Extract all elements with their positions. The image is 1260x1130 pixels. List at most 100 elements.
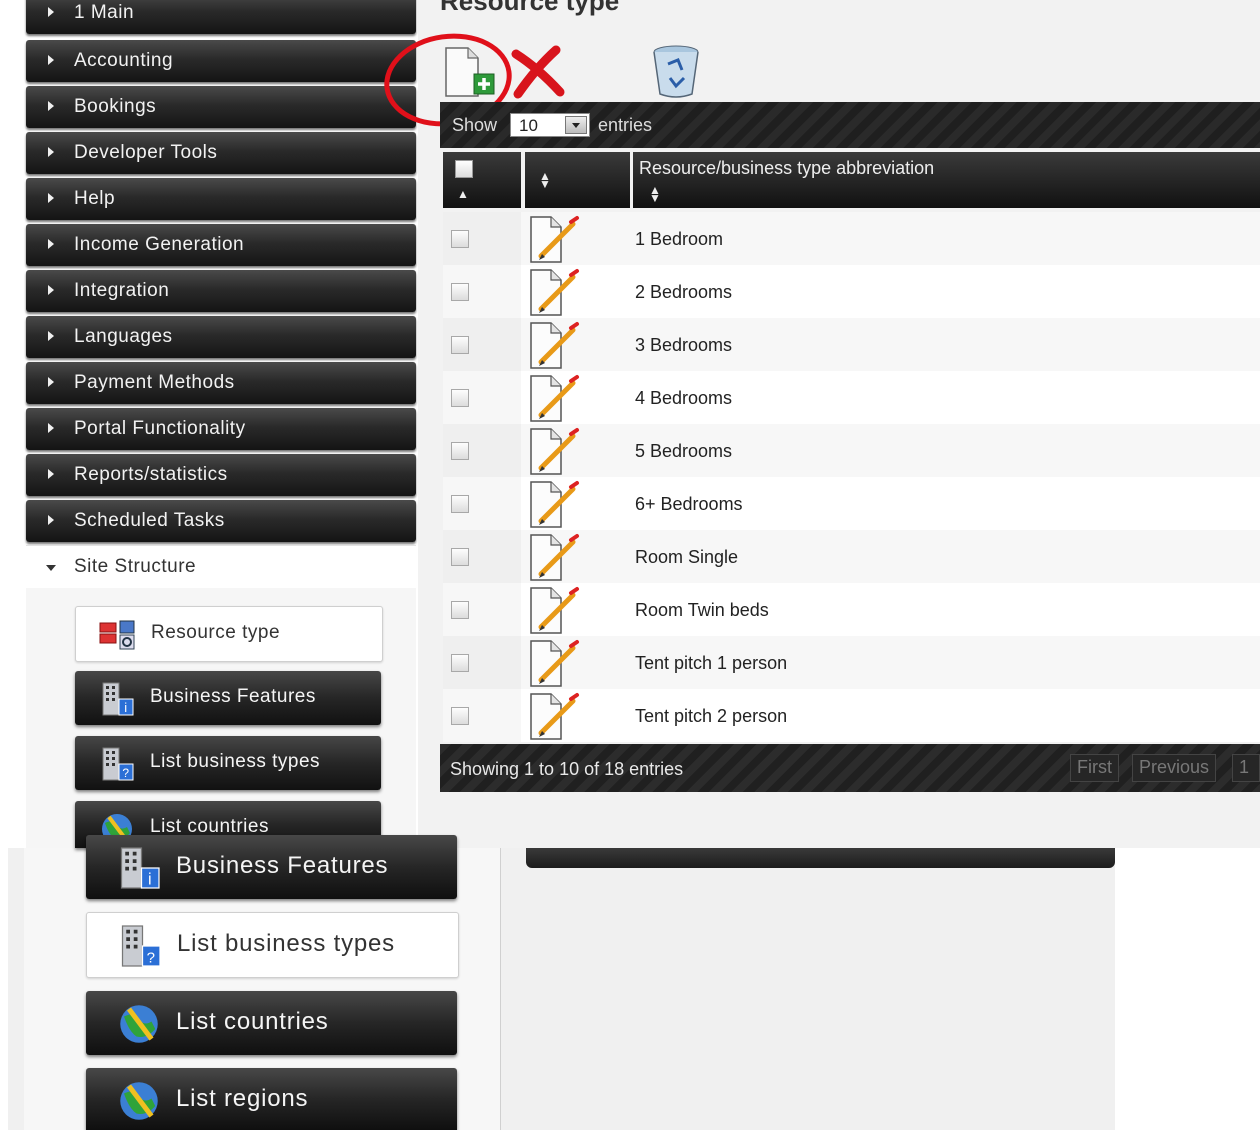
sidebar-item-site-structure[interactable]: Site Structure bbox=[26, 545, 416, 589]
sidebar-item-label: Site Structure bbox=[74, 556, 197, 577]
globe-icon bbox=[120, 1082, 158, 1120]
edit-icon[interactable] bbox=[527, 638, 583, 688]
row-checkbox[interactable] bbox=[451, 389, 469, 407]
svg-text:i: i bbox=[148, 870, 153, 888]
column-header-abbreviation[interactable]: Resource/business type abbreviation ▲ ▼ bbox=[633, 152, 1260, 208]
chevron-down-icon[interactable] bbox=[565, 116, 587, 134]
table-row: 1 Bedroom bbox=[443, 212, 1260, 265]
row-checkbox[interactable] bbox=[451, 654, 469, 672]
sidebar-item-label: Income Generation bbox=[74, 234, 245, 255]
zoomed-list-business-types-button[interactable]: ? List business types bbox=[86, 912, 459, 978]
zoomed-item-label: List regions bbox=[176, 1085, 309, 1112]
table-row: Room Single bbox=[443, 530, 1260, 583]
sort-icon: ▲ ▼ bbox=[539, 169, 551, 191]
sidebar-item-label: Scheduled Tasks bbox=[74, 510, 225, 531]
business-features-icon: i bbox=[120, 847, 160, 889]
sidebar-item-label: Languages bbox=[74, 326, 173, 347]
sidebar-item-help[interactable]: Help bbox=[26, 178, 416, 220]
show-label: Show bbox=[452, 115, 498, 135]
svg-text:?: ? bbox=[147, 949, 156, 966]
sidebar-item-developer-tools[interactable]: Developer Tools bbox=[26, 132, 416, 174]
select-all-checkbox[interactable] bbox=[455, 160, 473, 178]
row-checkbox[interactable] bbox=[451, 283, 469, 301]
delete-icon[interactable] bbox=[508, 44, 568, 100]
sidebar-item-reports-statistics[interactable]: Reports/statistics bbox=[26, 454, 416, 496]
edit-icon[interactable] bbox=[527, 426, 583, 476]
sidebar-item-bookings[interactable]: Bookings bbox=[26, 86, 416, 128]
column-header-edit[interactable]: ▲ ▼ bbox=[525, 152, 630, 208]
zoomed-list-countries-button[interactable]: List countries bbox=[86, 991, 457, 1055]
row-abbreviation: Tent pitch 1 person bbox=[635, 653, 788, 673]
sidebar-item-label: Integration bbox=[74, 280, 170, 301]
row-checkbox[interactable] bbox=[451, 230, 469, 248]
sidebar-item-label: 1 Main bbox=[74, 2, 135, 23]
sidebar-item-main[interactable]: 1 Main bbox=[26, 0, 416, 34]
recycle-bin-icon[interactable] bbox=[648, 42, 704, 100]
edit-icon[interactable] bbox=[527, 373, 583, 423]
submenu-list-business-types-button[interactable]: ? List business types bbox=[75, 736, 381, 790]
arrow-right-icon bbox=[48, 515, 54, 525]
row-checkbox[interactable] bbox=[451, 601, 469, 619]
pager-previous-button[interactable]: Previous bbox=[1132, 754, 1217, 782]
zoomed-content-bar bbox=[526, 848, 1115, 868]
arrow-right-icon bbox=[48, 101, 54, 111]
row-abbreviation: 6+ Bedrooms bbox=[635, 494, 743, 514]
sidebar-item-label: Portal Functionality bbox=[74, 418, 246, 439]
table-row: 3 Bedrooms bbox=[443, 318, 1260, 371]
sort-icon: ▲ ▼ bbox=[649, 183, 661, 205]
submenu-resource-type-button[interactable]: Resource type bbox=[75, 606, 383, 662]
row-abbreviation: Tent pitch 2 person bbox=[635, 706, 788, 726]
row-abbreviation: 4 Bedrooms bbox=[635, 388, 733, 408]
sidebar-item-label: Payment Methods bbox=[74, 372, 235, 393]
edit-icon[interactable] bbox=[527, 532, 583, 582]
arrow-right-icon bbox=[48, 193, 54, 203]
sidebar-item-accounting[interactable]: Accounting bbox=[26, 40, 416, 82]
edit-icon[interactable] bbox=[527, 320, 583, 370]
sidebar-item-integration[interactable]: Integration bbox=[26, 270, 416, 312]
edit-icon[interactable] bbox=[527, 214, 583, 264]
row-checkbox[interactable] bbox=[451, 495, 469, 513]
sidebar-item-languages[interactable]: Languages bbox=[26, 316, 416, 358]
row-abbreviation: 3 Bedrooms bbox=[635, 335, 733, 355]
row-abbreviation: Room Single bbox=[635, 547, 739, 567]
arrow-right-icon bbox=[48, 7, 54, 17]
table-row: 2 Bedrooms bbox=[443, 265, 1260, 318]
submenu-label: Business Features bbox=[150, 686, 316, 707]
sidebar-item-income-generation[interactable]: Income Generation bbox=[26, 224, 416, 266]
zoomed-business-features-button[interactable]: i Business Features bbox=[86, 835, 457, 899]
row-abbreviation: Room Twin beds bbox=[635, 600, 769, 620]
row-checkbox[interactable] bbox=[451, 548, 469, 566]
table-row: 5 Bedrooms bbox=[443, 424, 1260, 477]
arrow-right-icon bbox=[48, 331, 54, 341]
pager-first-button[interactable]: First bbox=[1070, 754, 1119, 782]
page-title: Resource type bbox=[440, 0, 620, 16]
row-checkbox[interactable] bbox=[451, 442, 469, 460]
edit-icon[interactable] bbox=[527, 585, 583, 635]
svg-text:i: i bbox=[124, 700, 127, 715]
zoomed-list-regions-button[interactable]: List regions bbox=[86, 1068, 457, 1130]
edit-icon[interactable] bbox=[527, 479, 583, 529]
row-checkbox[interactable] bbox=[451, 336, 469, 354]
entries-label: entries bbox=[598, 115, 653, 135]
row-checkbox[interactable] bbox=[451, 707, 469, 725]
column-header-select[interactable]: ▲ bbox=[443, 152, 521, 208]
pager-page-button[interactable]: 1 bbox=[1232, 754, 1260, 782]
submenu-business-features-button[interactable]: i Business Features bbox=[75, 671, 381, 725]
list-business-types-icon: ? bbox=[121, 925, 161, 967]
sidebar-item-payment-methods[interactable]: Payment Methods bbox=[26, 362, 416, 404]
table-row: Room Twin beds bbox=[443, 583, 1260, 636]
edit-icon[interactable] bbox=[527, 267, 583, 317]
entries-select[interactable]: 10 bbox=[510, 113, 590, 137]
edit-icon[interactable] bbox=[527, 691, 583, 741]
arrow-right-icon bbox=[48, 285, 54, 295]
row-abbreviation: 5 Bedrooms bbox=[635, 441, 733, 461]
left-edge bbox=[0, 0, 8, 1130]
entries-select-value: 10 bbox=[519, 116, 538, 135]
table-row: Tent pitch 1 person bbox=[443, 636, 1260, 689]
sidebar-item-label: Accounting bbox=[74, 50, 174, 71]
sidebar-item-label: Help bbox=[74, 188, 116, 209]
row-abbreviation: 2 Bedrooms bbox=[635, 282, 733, 302]
sidebar-item-scheduled-tasks[interactable]: Scheduled Tasks bbox=[26, 500, 416, 542]
sidebar-item-label: Reports/statistics bbox=[74, 464, 228, 485]
sidebar-item-portal-functionality[interactable]: Portal Functionality bbox=[26, 408, 416, 450]
